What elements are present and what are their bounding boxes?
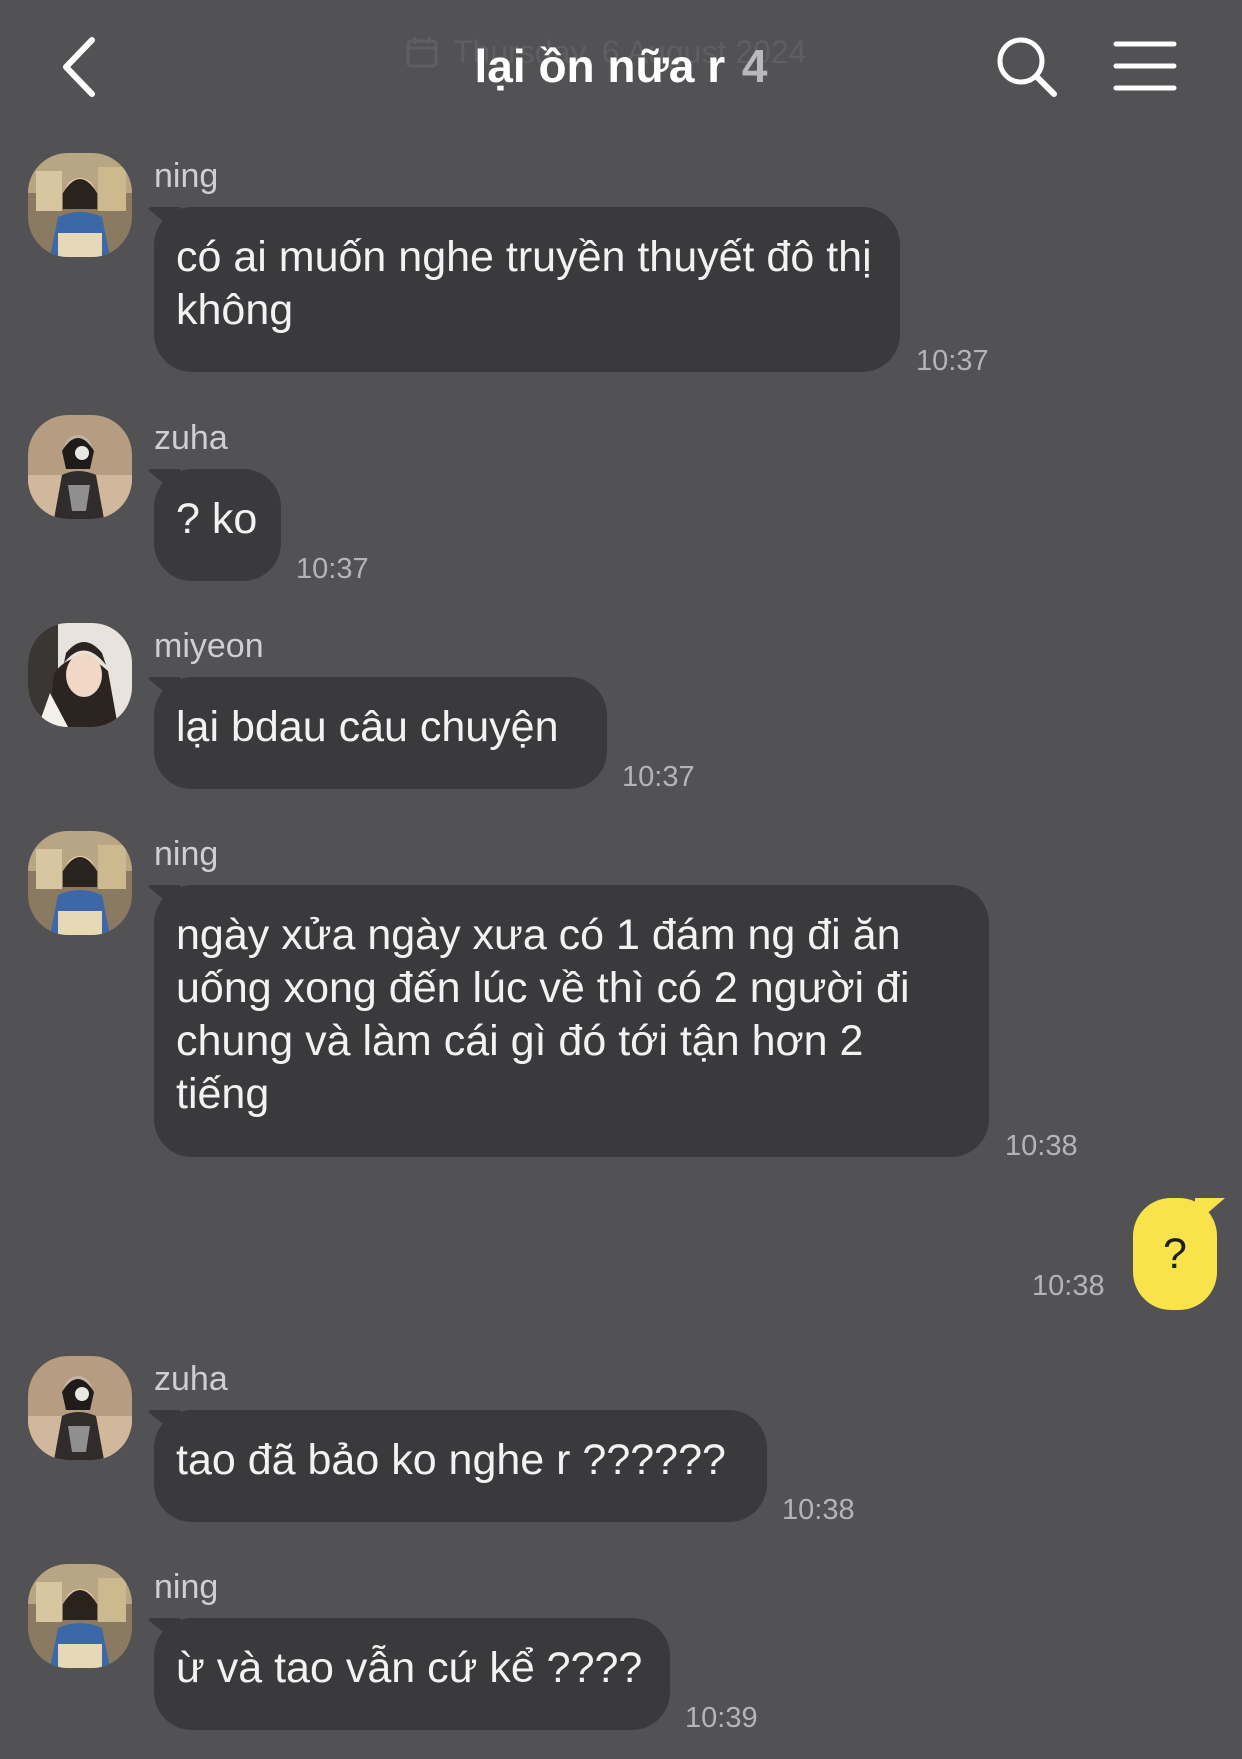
- message-time: 10:38: [782, 1494, 855, 1526]
- message-text: ngày xửa ngày xưa có 1 đám ng đi ăn uống…: [176, 911, 910, 1118]
- message-text: ừ và tao vẫn cứ kể ????: [176, 1644, 643, 1692]
- message-bubble[interactable]: có ai muốn nghe truyền thuyết đô thị khô…: [154, 207, 900, 372]
- message-bubble[interactable]: tao đã bảo ko nghe r ??????: [154, 1410, 767, 1522]
- message-text: ? ko: [176, 495, 258, 543]
- avatar-miyeon[interactable]: [28, 623, 132, 727]
- message-time: 10:37: [296, 553, 369, 585]
- avatar-zuha[interactable]: [28, 415, 132, 519]
- avatar-ning[interactable]: [28, 1564, 132, 1668]
- member-count: 4: [741, 40, 768, 92]
- hamburger-menu-icon[interactable]: [1110, 34, 1180, 98]
- avatar-ning[interactable]: [28, 153, 132, 257]
- message-time: 10:37: [622, 761, 695, 793]
- message-bubble[interactable]: lại bdau câu chuyện: [154, 677, 607, 789]
- message-time: 10:38: [1032, 1270, 1105, 1302]
- sender-name: ning: [154, 157, 219, 195]
- message-bubble[interactable]: ừ và tao vẫn cứ kể ????: [154, 1618, 670, 1730]
- avatar-ning[interactable]: [28, 831, 132, 935]
- chat-title-text: lại ồn nữa r: [474, 40, 726, 92]
- message-text: có ai muốn nghe truyền thuyết đô thị khô…: [176, 233, 872, 334]
- chat-screen: Thursday, 6 August 2024 lại ồn nữa r 4 n…: [0, 0, 1242, 1759]
- sender-name: zuha: [154, 1360, 228, 1398]
- message-text: lại bdau câu chuyện: [176, 703, 559, 751]
- sender-name: ning: [154, 835, 219, 873]
- my-message-bubble[interactable]: ?: [1133, 1198, 1217, 1310]
- message-bubble[interactable]: ngày xửa ngày xưa có 1 đám ng đi ăn uống…: [154, 885, 989, 1157]
- search-icon[interactable]: [992, 32, 1062, 102]
- message-time: 10:38: [1005, 1130, 1078, 1162]
- message-text: ?: [1163, 1229, 1187, 1278]
- message-time: 10:37: [916, 345, 989, 377]
- sender-name: zuha: [154, 419, 228, 457]
- avatar-zuha[interactable]: [28, 1356, 132, 1460]
- message-bubble[interactable]: ? ko: [154, 469, 281, 581]
- chat-header: Thursday, 6 August 2024 lại ồn nữa r 4: [0, 0, 1242, 130]
- message-text: tao đã bảo ko nghe r ??????: [176, 1436, 726, 1484]
- sender-name: ning: [154, 1568, 219, 1606]
- message-time: 10:39: [685, 1702, 758, 1734]
- sender-name: miyeon: [154, 627, 264, 665]
